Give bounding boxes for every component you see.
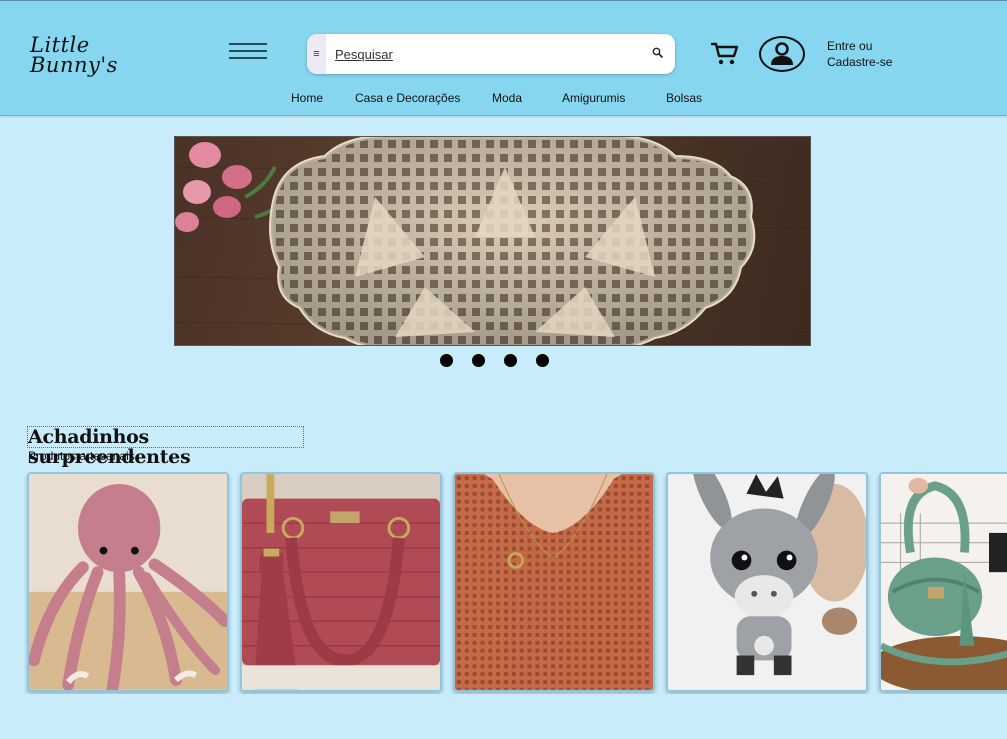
carousel-dot-2[interactable] xyxy=(472,354,485,367)
menu-icon xyxy=(229,43,267,45)
site-header: Little Bunny's ≡ Entre o xyxy=(0,0,1007,116)
section-title: Achadinhos surpreendentes xyxy=(27,426,304,467)
product-card-octopus[interactable] xyxy=(27,472,229,692)
product-card-red-bag[interactable] xyxy=(240,472,442,692)
nav-amigurumis[interactable]: Amigurumis xyxy=(562,91,625,105)
carousel-indicators xyxy=(440,354,560,368)
hamburger-menu-button[interactable] xyxy=(229,41,267,61)
search-icon xyxy=(652,47,664,59)
orange-crochet-top-image xyxy=(455,474,653,690)
search-input[interactable] xyxy=(335,44,635,64)
login-line-1: Entre ou xyxy=(827,39,873,53)
menu-icon-line xyxy=(229,57,267,59)
section-subtitle: Produtos artesanais xyxy=(28,449,135,463)
cart-button[interactable] xyxy=(710,41,740,67)
product-card-orange-top[interactable] xyxy=(453,472,655,692)
product-carousel xyxy=(0,472,1007,694)
login-signup-link[interactable]: Entre ou Cadastre-se xyxy=(827,38,917,70)
crochet-doily-illustration xyxy=(175,137,810,345)
search-button[interactable] xyxy=(651,46,665,60)
nav-bolsas[interactable]: Bolsas xyxy=(666,91,702,105)
cart-icon xyxy=(710,42,739,65)
list-icon: ≡ xyxy=(313,48,320,60)
logo-line-1: Little xyxy=(30,33,90,57)
product-card-green-bag[interactable] xyxy=(879,472,1007,692)
search-menu-button[interactable]: ≡ xyxy=(307,34,326,74)
search-bar: ≡ xyxy=(307,34,675,74)
nav-moda[interactable]: Moda xyxy=(492,91,522,105)
menu-icon-line xyxy=(229,50,267,52)
logo-line-2: Bunny's xyxy=(30,53,118,77)
carousel-dot-4[interactable] xyxy=(536,354,549,367)
nav-home[interactable]: Home xyxy=(291,91,323,105)
account-button[interactable] xyxy=(759,36,805,72)
login-line-2: Cadastre-se xyxy=(827,55,893,69)
product-card-donkey[interactable] xyxy=(666,472,868,692)
hero-banner-image[interactable] xyxy=(174,136,811,346)
donkey-amigurumi-image xyxy=(668,474,866,690)
user-icon xyxy=(771,42,793,65)
logo[interactable]: Little Bunny's xyxy=(30,33,130,77)
octopus-amigurumi-image xyxy=(29,474,227,690)
main-nav: Home Casa e Decorações Moda Amigurumis B… xyxy=(0,91,1007,107)
nav-casa-decoracoes[interactable]: Casa e Decorações xyxy=(355,91,460,105)
green-crochet-bag-image xyxy=(881,474,1007,690)
carousel-dot-1[interactable] xyxy=(440,354,453,367)
red-crochet-bag-image xyxy=(242,474,440,690)
carousel-dot-3[interactable] xyxy=(504,354,517,367)
